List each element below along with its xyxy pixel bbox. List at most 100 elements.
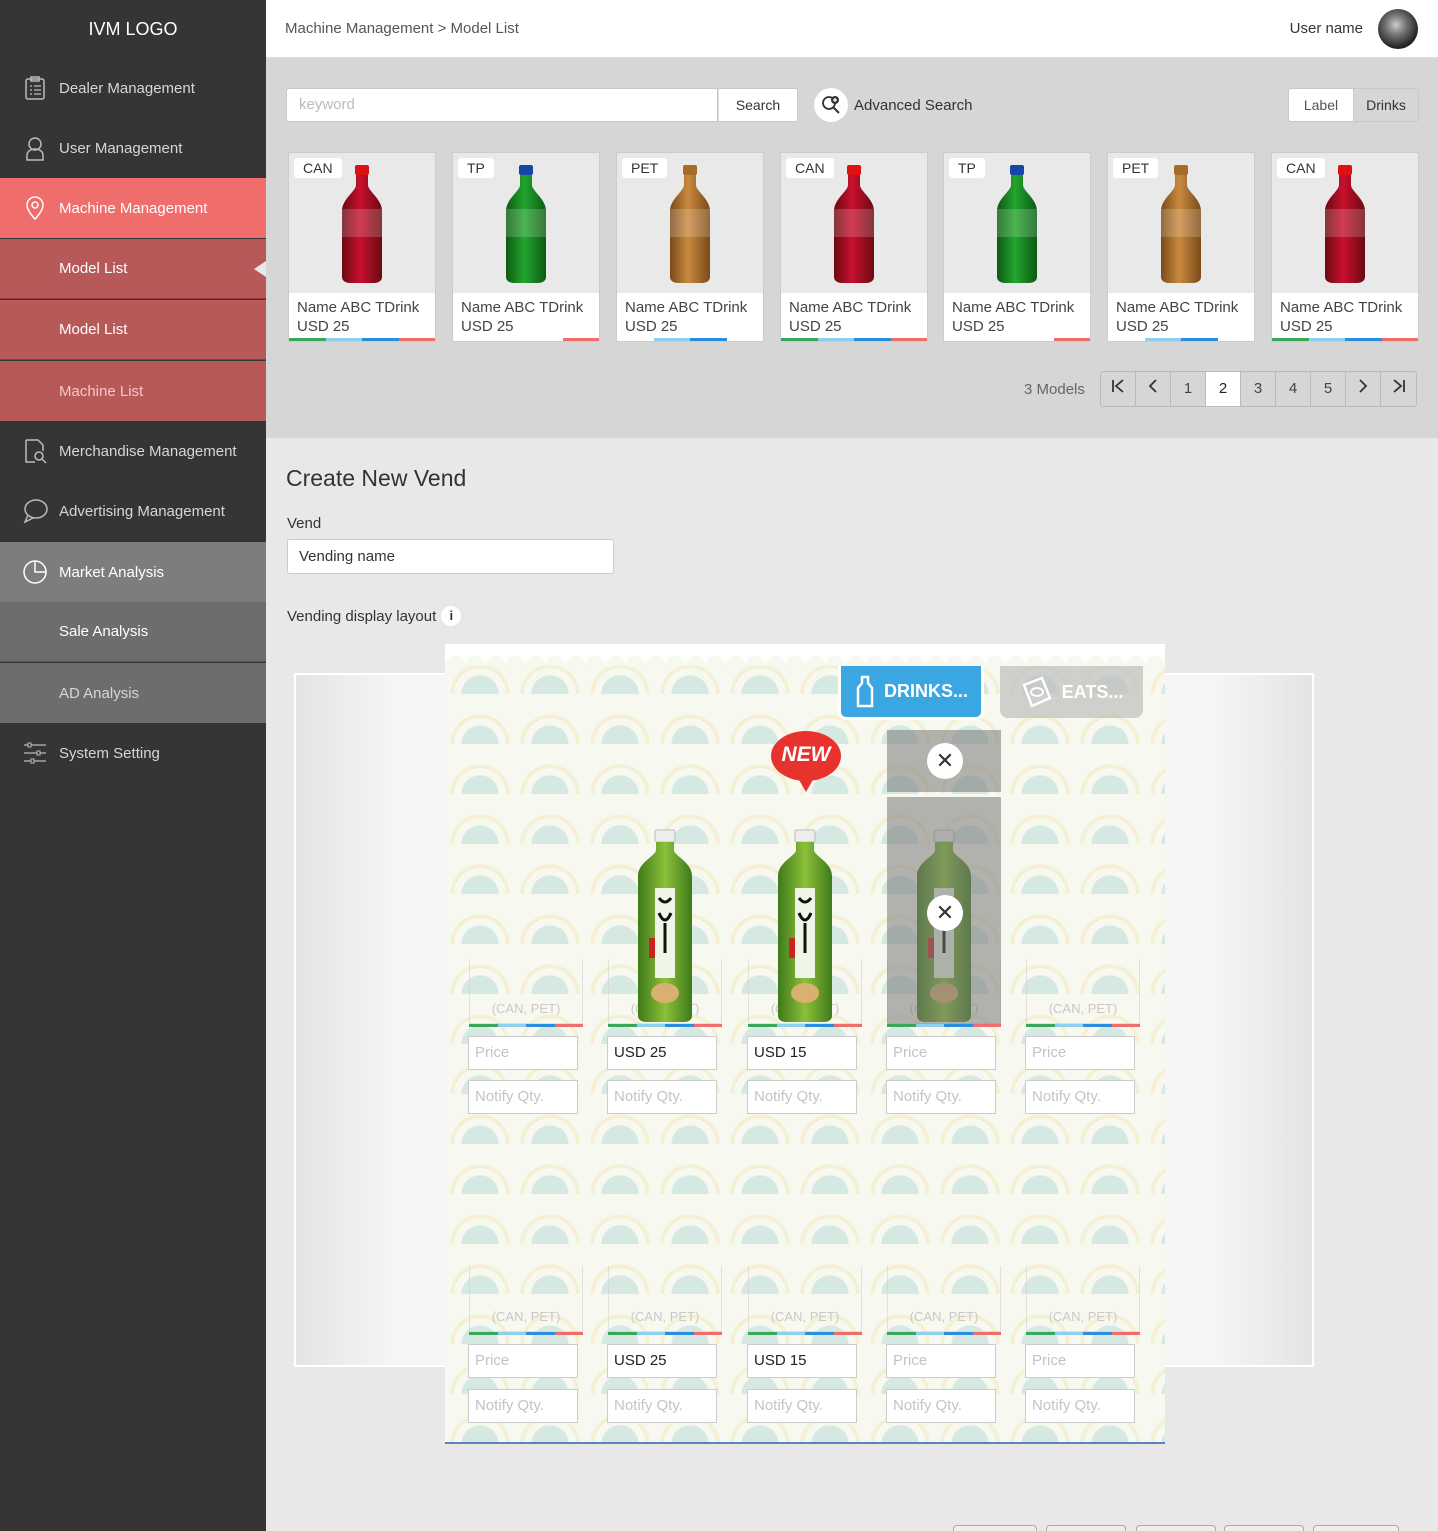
notify-qty-input[interactable]: Notify Qty. xyxy=(468,1080,578,1114)
notify-qty-input[interactable]: Notify Qty. xyxy=(886,1080,996,1114)
price-input[interactable]: Price xyxy=(468,1036,578,1070)
page-3[interactable]: 3 xyxy=(1241,372,1276,406)
product-card[interactable]: PET Name ABC TDrink USD 25 xyxy=(616,152,764,342)
advanced-search-button[interactable]: Advanced Search xyxy=(814,88,972,122)
sidebar-subitem-machine-list[interactable]: Machine List xyxy=(0,361,266,421)
page-5[interactable]: 5 xyxy=(1311,372,1346,406)
footer-button[interactable] xyxy=(1136,1525,1216,1531)
last-page-button[interactable] xyxy=(1381,372,1416,406)
type-bar-segment xyxy=(690,338,727,341)
product-card[interactable]: CAN Name ABC TDrink USD 25 xyxy=(288,152,436,342)
type-bar-segment xyxy=(693,1332,722,1335)
product-card[interactable]: CAN Name ABC TDrink USD 25 xyxy=(780,152,928,342)
notify-qty-input[interactable]: Notify Qty. xyxy=(886,1389,996,1423)
close-icon[interactable]: ✕ xyxy=(927,743,963,779)
toggle-drinks[interactable]: Drinks xyxy=(1353,89,1418,121)
page-1[interactable]: 1 xyxy=(1171,372,1206,406)
slot-caption: (CAN, PET) xyxy=(909,1309,979,1324)
type-bar-segment xyxy=(981,338,1018,341)
type-bar-segment xyxy=(944,338,981,341)
type-bar-segment xyxy=(653,338,690,341)
sidebar-item-label: Merchandise Management xyxy=(59,442,237,460)
tab-eats[interactable]: EATS... xyxy=(1000,666,1143,718)
notify-qty-input[interactable]: Notify Qty. xyxy=(607,1080,717,1114)
avatar[interactable] xyxy=(1378,9,1418,49)
toggle-label[interactable]: Label xyxy=(1289,89,1353,121)
product-card[interactable]: PET Name ABC TDrink USD 25 xyxy=(1107,152,1255,342)
footer-button[interactable] xyxy=(953,1525,1037,1531)
type-bar-segment xyxy=(562,338,599,341)
new-badge-label: NEW xyxy=(781,743,831,766)
product-price: USD 25 xyxy=(625,318,678,335)
sidebar-item-dealer-management[interactable]: Dealer Management xyxy=(0,58,266,118)
info-icon[interactable]: i xyxy=(441,606,462,626)
type-bar xyxy=(887,1332,1001,1335)
product-price: USD 25 xyxy=(1280,318,1333,335)
price-input[interactable]: Price xyxy=(1025,1036,1135,1070)
type-bar-segment xyxy=(887,1332,916,1335)
notify-qty-input[interactable]: Notify Qty. xyxy=(468,1389,578,1423)
notify-qty-input[interactable]: Notify Qty. xyxy=(1025,1389,1135,1423)
search-input[interactable]: keyword xyxy=(286,88,718,122)
sidebar-item-system-setting[interactable]: System Setting xyxy=(0,723,266,783)
close-icon[interactable]: ✕ xyxy=(927,895,963,931)
type-bar-segment xyxy=(944,1332,973,1335)
sidebar-item-merchandise-management[interactable]: Merchandise Management xyxy=(0,421,266,481)
new-badge: NEW xyxy=(770,730,842,792)
price-input[interactable]: Price xyxy=(886,1036,996,1070)
price-input[interactable]: USD 15 xyxy=(747,1344,857,1378)
product-card[interactable]: CAN Name ABC TDrink USD 25 xyxy=(1271,152,1419,342)
type-bar xyxy=(1026,1024,1140,1027)
tab-drinks[interactable]: DRINKS... xyxy=(838,666,984,720)
price-input[interactable]: USD 25 xyxy=(607,1344,717,1378)
sidebar-subitem-sale-analysis[interactable]: Sale Analysis xyxy=(0,602,266,662)
vending-screen-preview: DRINKS... EATS... (CAN, PET) Price Notify… xyxy=(445,644,1165,1444)
price-input[interactable]: USD 15 xyxy=(747,1036,857,1070)
notify-qty-input[interactable]: Notify Qty. xyxy=(747,1080,857,1114)
sidebar-subitem-model-list-active[interactable]: Model List xyxy=(0,239,266,299)
sidebar-item-machine-management[interactable]: Machine Management xyxy=(0,178,266,238)
footer-button[interactable] xyxy=(1224,1525,1304,1531)
slot-caption: (CAN, PET) xyxy=(1048,1309,1118,1324)
search-button[interactable]: Search xyxy=(718,88,798,122)
bottle-image xyxy=(1161,165,1201,283)
notify-qty-input[interactable]: Notify Qty. xyxy=(607,1389,717,1423)
type-bar-segment xyxy=(469,1332,498,1335)
footer-button[interactable] xyxy=(1313,1525,1399,1531)
sidebar-item-user-management[interactable]: User Management xyxy=(0,118,266,178)
type-bar-segment xyxy=(1026,1024,1055,1027)
top-bar: Machine Management > Model List User nam… xyxy=(266,0,1438,58)
type-bar-segment xyxy=(1144,338,1181,341)
product-card[interactable]: TP Name ABC TDrink USD 25 xyxy=(943,152,1091,342)
notify-qty-input[interactable]: Notify Qty. xyxy=(1025,1080,1135,1114)
vend-name-input[interactable]: Vending name xyxy=(287,539,614,574)
price-input[interactable]: USD 25 xyxy=(607,1036,717,1070)
type-bar-segment xyxy=(1181,338,1218,341)
type-bar xyxy=(748,1332,862,1335)
prev-page-button[interactable] xyxy=(1136,372,1171,406)
last-page-icon xyxy=(1392,379,1405,393)
next-page-button[interactable] xyxy=(1346,372,1381,406)
user-name[interactable]: User name xyxy=(1290,20,1363,37)
first-page-button[interactable] xyxy=(1101,372,1136,406)
breadcrumb[interactable]: Machine Management > Model List xyxy=(285,20,519,37)
sidebar-item-market-analysis[interactable]: Market Analysis xyxy=(0,542,266,602)
product-card[interactable]: TP Name ABC TDrink USD 25 xyxy=(452,152,600,342)
product-in-slot[interactable] xyxy=(775,828,835,1029)
price-input[interactable]: Price xyxy=(1025,1344,1135,1378)
notify-qty-input[interactable]: Notify Qty. xyxy=(747,1389,857,1423)
price-input[interactable]: Price xyxy=(468,1344,578,1378)
page-2-current[interactable]: 2 xyxy=(1206,372,1241,406)
first-page-icon xyxy=(1112,379,1124,393)
pagination: 1 2 3 4 5 xyxy=(1100,371,1417,407)
sidebar-subitem-ad-analysis[interactable]: AD Analysis xyxy=(0,663,266,723)
page-4[interactable]: 4 xyxy=(1276,372,1311,406)
price-input[interactable]: Price xyxy=(886,1344,996,1378)
type-bar-segment xyxy=(1108,338,1145,341)
product-in-slot[interactable] xyxy=(635,828,695,1029)
footer-button[interactable] xyxy=(1046,1525,1126,1531)
model-list-panel: keyword Search Advanced Search Label Dri… xyxy=(266,58,1438,438)
sidebar-subitem-model-list[interactable]: Model List xyxy=(0,300,266,360)
sidebar-item-advertising-management[interactable]: Advertising Management xyxy=(0,481,266,541)
type-bar-segment xyxy=(1053,338,1090,341)
